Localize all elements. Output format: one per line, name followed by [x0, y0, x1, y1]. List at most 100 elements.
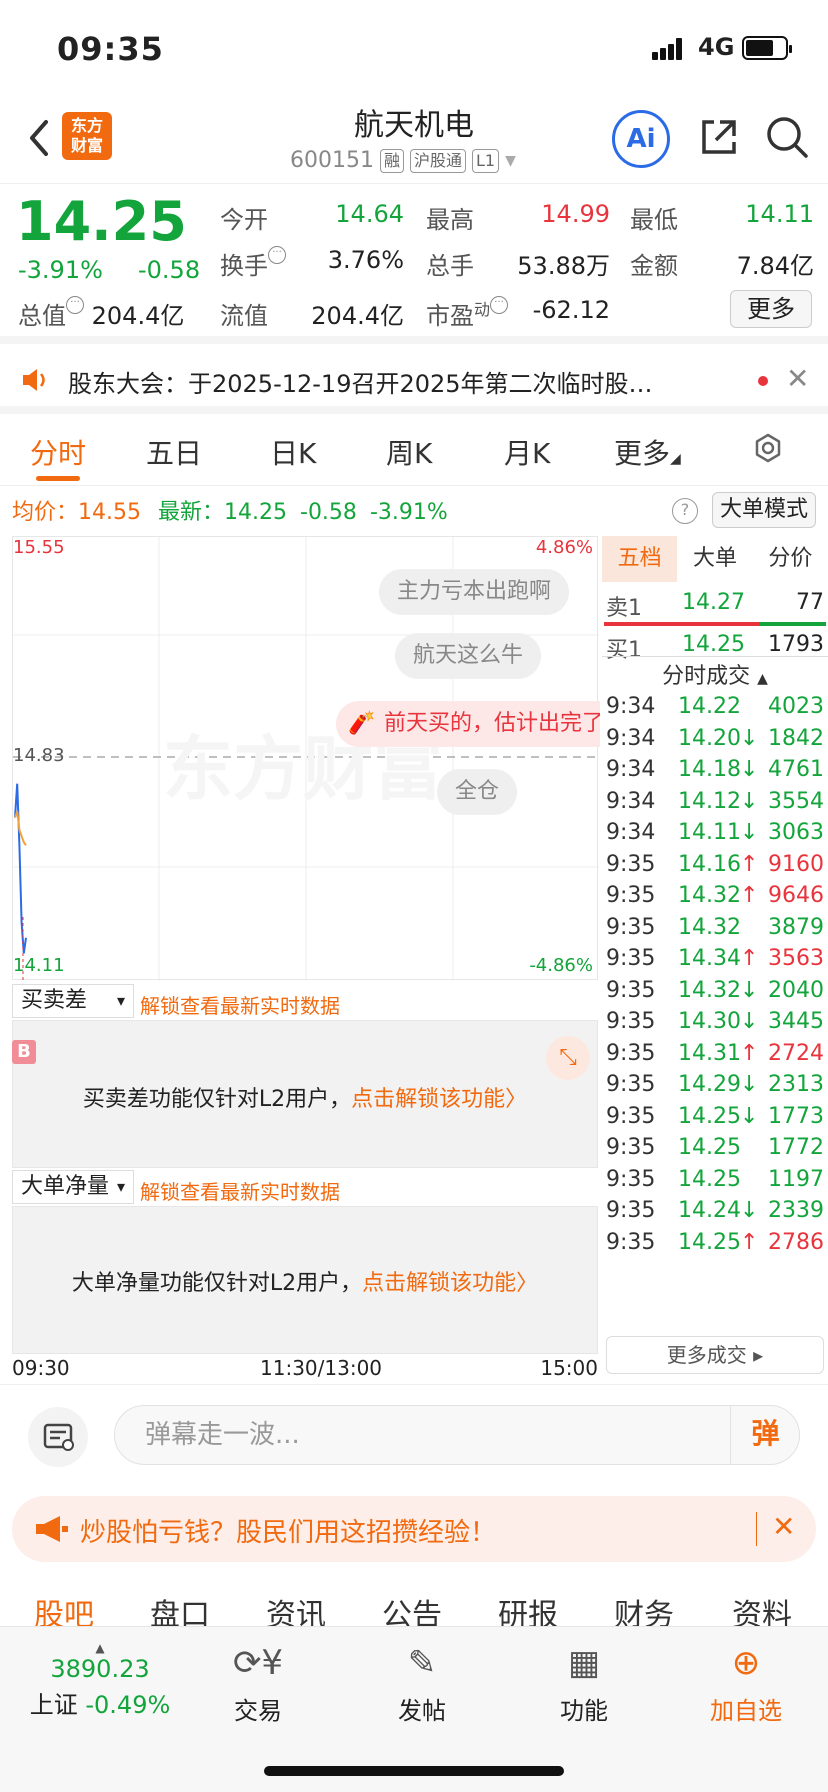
avg-price-line: [14, 811, 27, 846]
pct-low-label: -4.86%: [529, 955, 593, 976]
signal-icon: [652, 38, 690, 60]
help-icon[interactable]: ?: [672, 498, 698, 524]
settings-icon[interactable]: [752, 432, 784, 464]
trade-price: 14.25: [678, 1135, 741, 1160]
volume-label: 总手: [426, 252, 474, 280]
tab-more[interactable]: 更多◢: [614, 432, 681, 472]
market-cap: 总值 ··· 204.4亿: [18, 296, 184, 331]
order-book: 五档 大单 分价 卖1 14.27 77 买1 14.25 1793 分时成交 …: [602, 536, 828, 1376]
amount-label: 金额: [630, 252, 678, 280]
trade-row: 9:35 14.25 ↑ 2786: [606, 1230, 824, 1266]
share-icon[interactable]: [696, 114, 742, 160]
danmu-send-button[interactable]: 弹: [730, 1405, 800, 1465]
market-cap-label: 总值: [18, 302, 66, 330]
chevron-down-icon: ▼: [505, 152, 516, 169]
turnover-label: 换手 ···: [220, 246, 286, 281]
danmu-settings-icon[interactable]: [28, 1407, 88, 1467]
pe-label-text: 市盈: [426, 302, 474, 330]
avg-price-row: 均价：14.55 最新：14.25 -0.58 -3.91%: [12, 494, 448, 526]
trade-price: 14.22: [678, 694, 741, 719]
tab-five-levels[interactable]: 五档: [602, 536, 678, 582]
trade-price: 14.25: [678, 1166, 741, 1192]
indicator-select-1[interactable]: 买卖差: [12, 984, 134, 1018]
tab-weekly-k[interactable]: 周K: [386, 432, 432, 472]
trade-price: 14.32: [678, 883, 741, 908]
nav-trade[interactable]: ⟳¥ 交易: [198, 1641, 318, 1726]
trade-time: 9:34: [606, 694, 656, 719]
nav-post-label: 发帖: [398, 1697, 446, 1725]
ai-button[interactable]: Ai: [612, 110, 670, 168]
close-icon[interactable]: ✕: [772, 1510, 795, 1543]
tab-price-dist[interactable]: 分价: [753, 536, 828, 582]
promo-banner[interactable]: 炒股怕亏钱？股民们用这招攒经验！ ✕: [12, 1496, 816, 1562]
nav-functions[interactable]: ▦ 功能: [524, 1641, 644, 1726]
tab-big-orders[interactable]: 大单: [677, 536, 752, 582]
pe-label: 市盈动 ···: [426, 296, 509, 331]
sell-1-volume: 77: [796, 590, 824, 615]
buy-marker[interactable]: B: [12, 1040, 36, 1064]
trade-direction: ↓: [740, 1198, 759, 1223]
search-icon[interactable]: [764, 114, 810, 160]
close-icon[interactable]: ✕: [786, 362, 809, 395]
unlock-feature-link[interactable]: 点击解锁该功能: [351, 1087, 505, 1112]
danmu-bubble: 全仓: [437, 769, 518, 815]
latest-change: -0.58: [300, 500, 357, 525]
intraday-chart[interactable]: 东方财富 15.55 14.83 14.11 4.86% -4.86% 主力亏本…: [12, 536, 600, 981]
market-cap-value: 204.4亿: [91, 302, 185, 330]
trade-time: 9:35: [606, 1229, 656, 1255]
locked-text: 买卖差功能仅针对L2用户，: [82, 1087, 352, 1112]
info-icon[interactable]: ···: [490, 296, 509, 314]
trade-volume: 2313: [768, 1072, 824, 1097]
expand-icon[interactable]: ⤡: [546, 1036, 590, 1080]
price-line: [14, 783, 27, 954]
unlock-feature-link[interactable]: 点击解锁该功能: [362, 1271, 516, 1296]
trade-price: 14.31: [678, 1040, 741, 1066]
unlock-link-2[interactable]: 解锁查看最新实时数据: [140, 1176, 340, 1205]
trades-header[interactable]: 分时成交 ▲: [602, 658, 828, 690]
trade-direction: ↓: [740, 1103, 759, 1129]
trade-time: 9:34: [606, 788, 656, 814]
trade-direction: ↓: [740, 977, 759, 1003]
nav-post[interactable]: ✎ 发帖: [362, 1641, 482, 1726]
index-name: 上证: [29, 1691, 78, 1719]
danmu-hot-text: 前天买的，估计出完了: [384, 711, 600, 736]
danmu-input[interactable]: 弹幕走一波...: [114, 1405, 800, 1465]
index-ticker[interactable]: ▲ 3890.23 上证 -0.49%: [20, 1641, 180, 1720]
triangle-icon: ◢: [670, 451, 681, 467]
trade-direction: ↑: [740, 883, 759, 908]
megaphone-icon: [36, 1516, 68, 1542]
index-value: 3890.23: [50, 1655, 150, 1683]
trade-time: 9:34: [606, 725, 656, 751]
more-quote-button[interactable]: 更多: [730, 290, 812, 328]
latest-pct: -3.91%: [369, 500, 448, 525]
trade-price: 14.30: [678, 1009, 741, 1034]
unlock-link-1[interactable]: 解锁查看最新实时数据: [140, 990, 340, 1019]
home-indicator[interactable]: [264, 1766, 564, 1776]
nav-add-watchlist[interactable]: ⊕ 加自选: [686, 1641, 806, 1726]
locked-message-2[interactable]: 大单净量功能仅针对L2用户，点击解锁该功能〉: [13, 1265, 597, 1297]
chevron-right-icon: 〉: [516, 1271, 539, 1296]
tab-daily-k[interactable]: 日K: [270, 432, 316, 472]
tab-monthly-k[interactable]: 月K: [504, 432, 550, 472]
trade-time: 9:35: [606, 851, 656, 877]
tab-intraday[interactable]: 分时: [30, 432, 86, 472]
tab-five-day[interactable]: 五日: [146, 432, 202, 472]
tab-underline: [36, 476, 80, 481]
notice-bar[interactable]: 股东大会：于2025-12-19召开2025年第二次临时股… ✕: [0, 344, 828, 414]
indicator-select-2[interactable]: 大单净量: [12, 1170, 134, 1204]
float-cap-value: 204.4亿: [311, 302, 404, 330]
info-icon[interactable]: ···: [268, 246, 286, 264]
trade-time: 9:35: [606, 883, 656, 908]
sell-1-price: 14.27: [682, 590, 745, 615]
trade-volume: 4023: [768, 694, 824, 719]
info-icon[interactable]: ···: [66, 296, 84, 314]
locked-text: 大单净量功能仅针对L2用户，: [71, 1271, 363, 1296]
more-trades-button[interactable]: 更多成交 ▸: [606, 1336, 824, 1374]
trade-time: 9:35: [606, 1072, 656, 1097]
edit-icon: ✎: [407, 1643, 437, 1683]
high-value: 14.99: [541, 200, 610, 228]
locked-message-1[interactable]: 买卖差功能仅针对L2用户，点击解锁该功能〉: [13, 1081, 597, 1113]
big-order-mode-button[interactable]: 大单模式: [712, 492, 816, 528]
stock-code-row[interactable]: 600151 融 沪股通 L1 ▼: [290, 148, 516, 173]
pct-high-label: 4.86%: [535, 537, 593, 558]
